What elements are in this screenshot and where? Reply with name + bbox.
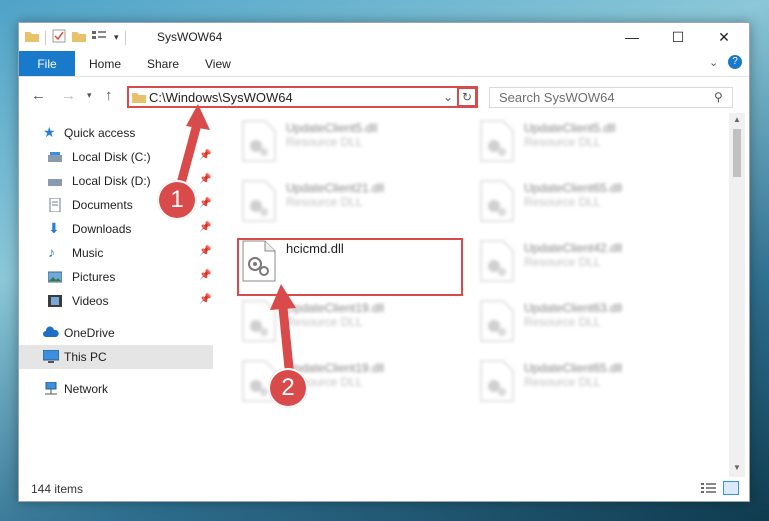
step-badge-1: 1 (157, 180, 197, 220)
arrow-2 (270, 284, 296, 383)
annotation-overlay (171, 104, 296, 383)
step-badge-2: 2 (268, 368, 308, 408)
